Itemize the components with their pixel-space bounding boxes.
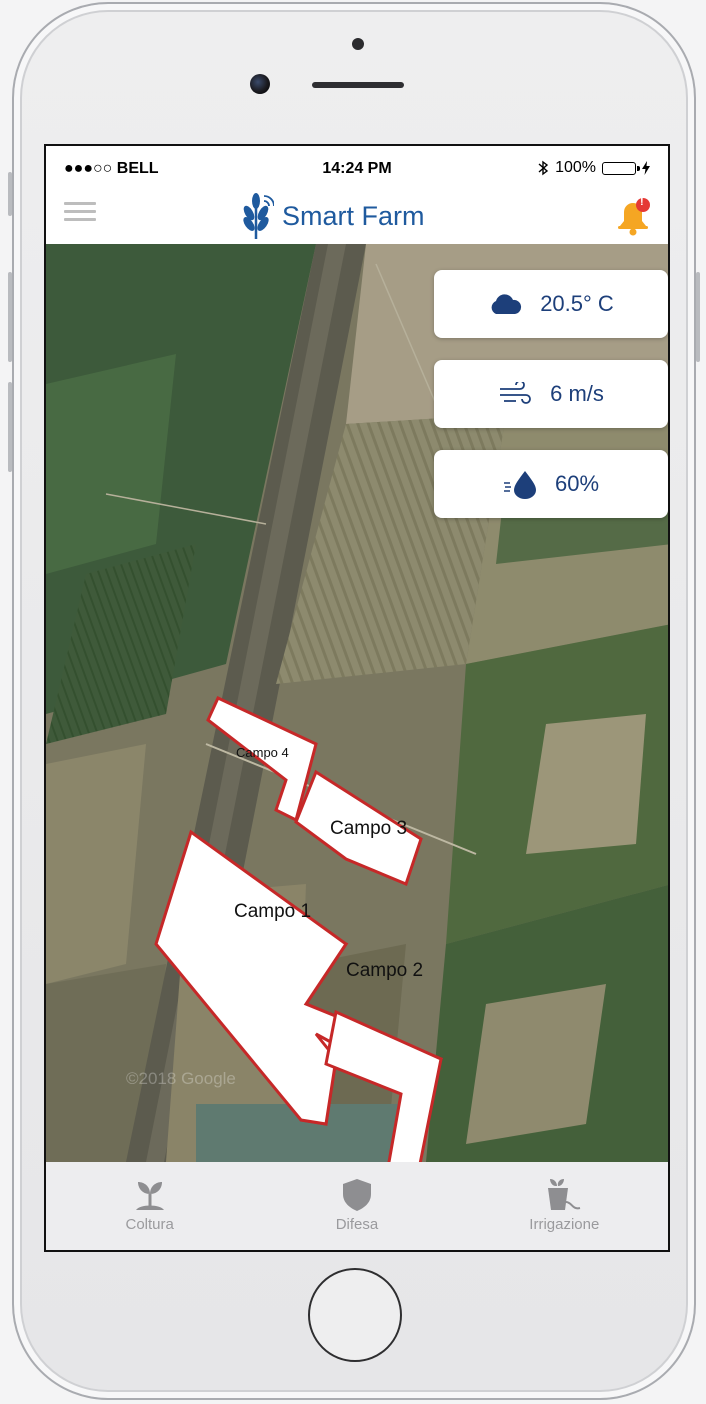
tab-difesa[interactable]: Difesa (253, 1162, 460, 1250)
charging-icon (642, 161, 650, 175)
earpiece-speaker (312, 82, 404, 88)
bottom-tab-bar: Coltura Difesa Irrigazione (46, 1162, 668, 1250)
notification-button[interactable]: ! (614, 196, 652, 236)
hamburger-menu-icon[interactable] (64, 202, 96, 228)
notification-badge: ! (640, 196, 644, 208)
satellite-map[interactable]: Campo 1 Campo 2 Campo 3 Campo 4 ©2018 Go… (46, 244, 668, 1162)
humidity-card: 60% (434, 450, 668, 518)
water-drop-icon (503, 471, 536, 499)
cloud-icon (491, 294, 522, 314)
app-screen: ●●●○○ BELL 14:24 PM 100% Smart Farm ! Ca… (44, 144, 670, 1252)
field-label-campo-4: Campo 4 (236, 745, 289, 760)
app-header: Smart Farm ! (46, 188, 668, 245)
bluetooth-icon (538, 160, 549, 176)
battery-percent: 100% (555, 159, 596, 176)
brand: Smart Farm (240, 188, 425, 244)
shield-icon (342, 1179, 371, 1211)
volume-up-button (8, 272, 12, 362)
humidity-value: 60% (554, 471, 600, 496)
battery-icon (602, 161, 640, 175)
tab-difesa-label: Difesa (335, 1216, 379, 1233)
wind-value: 6 m/s (550, 381, 604, 406)
wheat-signal-logo-icon (243, 193, 274, 239)
home-button[interactable] (308, 1268, 402, 1362)
bell-icon (618, 198, 650, 236)
tab-irrigazione[interactable]: Irrigazione (461, 1162, 668, 1250)
map-watermark: ©2018 Google (126, 1069, 236, 1088)
status-right: 100% (537, 159, 650, 177)
mute-switch (8, 172, 12, 216)
tab-coltura-label: Coltura (125, 1216, 174, 1233)
front-camera (250, 74, 270, 94)
wind-card: 6 m/s (434, 360, 668, 428)
volume-down-button (8, 382, 12, 472)
field-label-campo-2: Campo 2 (346, 960, 423, 981)
sensor-dot (352, 38, 364, 50)
power-button (696, 272, 700, 362)
status-bar: ●●●○○ BELL 14:24 PM 100% (46, 146, 668, 188)
temperature-value: 20.5° C (540, 291, 614, 316)
sprout-icon (135, 1182, 164, 1210)
tab-irrigazione-label: Irrigazione (529, 1216, 600, 1233)
app-title: Smart Farm (282, 200, 425, 231)
tab-coltura[interactable]: Coltura (46, 1162, 253, 1250)
plant-pot-watering-icon (548, 1179, 581, 1210)
wind-icon (500, 382, 531, 404)
field-label-campo-1: Campo 1 (234, 901, 311, 922)
field-label-campo-3: Campo 3 (330, 818, 407, 839)
temperature-card: 20.5° C (434, 270, 668, 338)
